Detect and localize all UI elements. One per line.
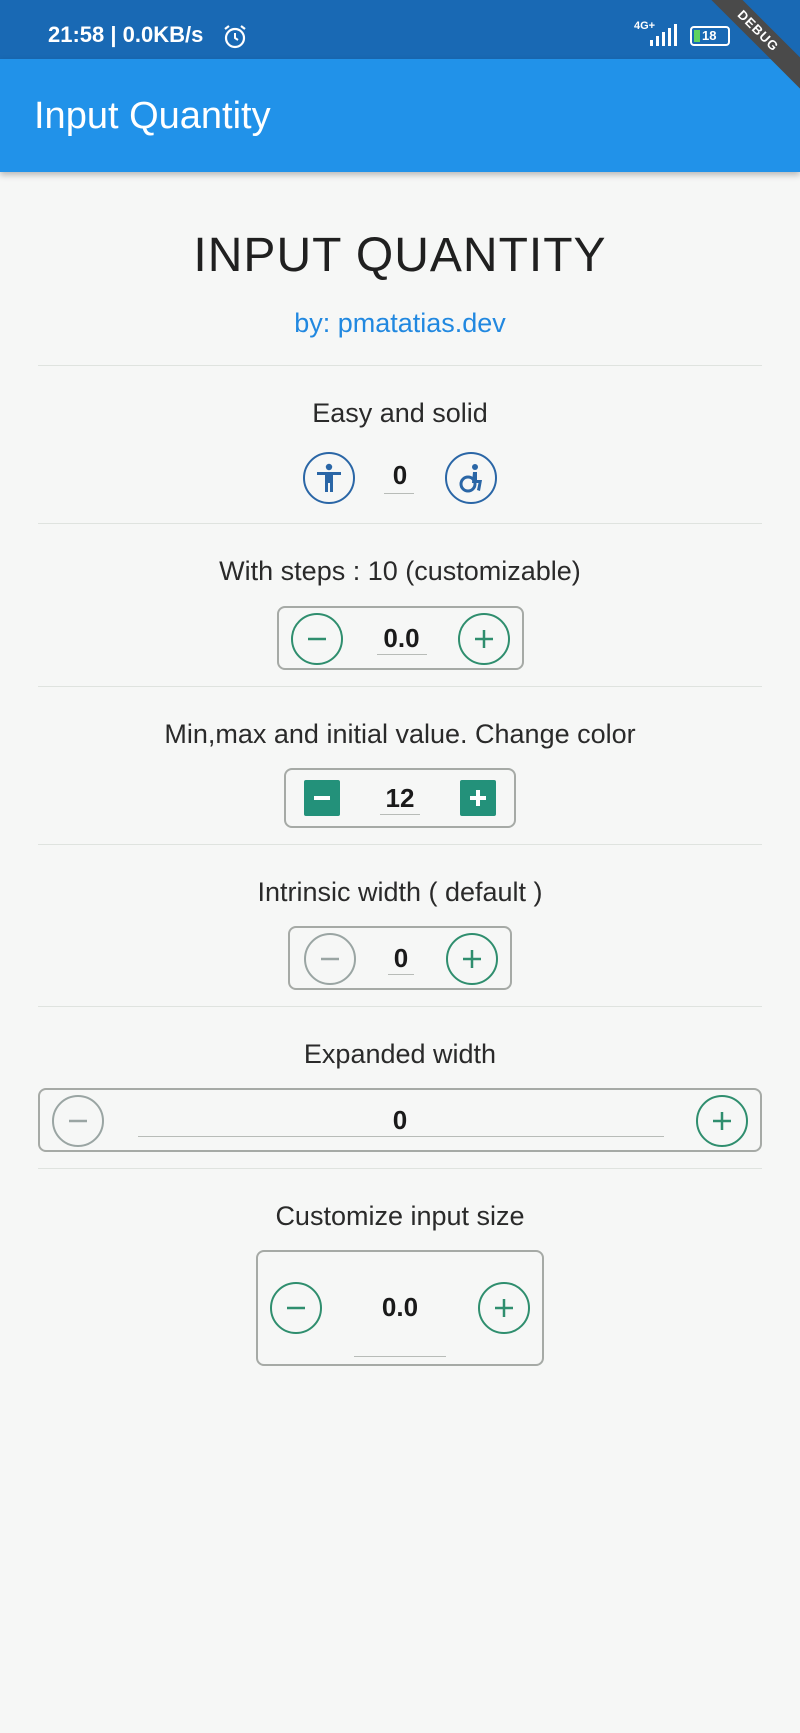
increment-button[interactable] — [445, 452, 497, 504]
author-link[interactable]: by: pmatatias.dev — [0, 308, 800, 339]
minus-icon — [69, 1119, 87, 1123]
network-speed: | 0.0KB/s — [110, 22, 204, 47]
minus-icon — [314, 796, 330, 800]
input-underline — [138, 1136, 664, 1137]
plus-icon — [475, 630, 493, 648]
battery-level: 18 — [702, 28, 717, 43]
input-underline — [384, 493, 414, 494]
decrement-button[interactable] — [304, 933, 356, 985]
divider — [38, 365, 762, 366]
decrement-button[interactable] — [303, 452, 355, 504]
app-bar: Input Quantity — [0, 59, 800, 172]
increment-button[interactable] — [458, 613, 510, 665]
divider — [38, 1006, 762, 1007]
quantity-value[interactable]: 0 — [380, 460, 420, 491]
quantity-value[interactable]: 0 — [134, 1105, 666, 1136]
quantity-value[interactable]: 0.0 — [369, 623, 434, 654]
page-title: INPUT QUANTITY — [193, 229, 607, 282]
status-time: 21:58 | 0.0KB/s — [48, 22, 203, 48]
quantity-stepper-steps: 0.0 — [277, 606, 524, 670]
divider — [38, 523, 762, 524]
divider — [38, 844, 762, 845]
increment-button[interactable] — [696, 1095, 748, 1147]
alarm-clock-icon — [224, 25, 246, 49]
accessibility-icon — [317, 463, 341, 492]
increment-button[interactable] — [460, 780, 496, 816]
status-bar: 21:58 | 0.0KB/s 4G+ 18 — [0, 0, 800, 59]
quantity-value[interactable]: 0 — [372, 943, 430, 974]
section-label-easy-solid: Easy and solid — [312, 398, 488, 428]
app-bar-title: Input Quantity — [34, 95, 271, 137]
section-label-steps: With steps : 10 (customizable) — [219, 556, 581, 586]
input-underline — [377, 654, 427, 655]
divider — [38, 1168, 762, 1169]
accessible-forward-icon — [459, 464, 482, 493]
minus-icon — [308, 637, 326, 641]
quantity-stepper-minmax: 12 — [284, 768, 516, 828]
quantity-stepper-expanded: 0 — [38, 1088, 762, 1152]
quantity-value[interactable]: 0.0 — [352, 1292, 448, 1323]
decrement-button[interactable] — [52, 1095, 104, 1147]
plus-icon — [470, 790, 486, 806]
plus-icon — [713, 1112, 731, 1130]
quantity-stepper-custom-size: 0.0 — [256, 1250, 544, 1366]
plus-icon — [463, 950, 481, 968]
divider — [38, 686, 762, 687]
minus-icon — [321, 957, 339, 961]
input-underline — [380, 814, 420, 815]
minus-icon — [287, 1306, 305, 1310]
battery-icon: 18 — [690, 26, 730, 46]
increment-button[interactable] — [446, 933, 498, 985]
decrement-button[interactable] — [270, 1282, 322, 1334]
clock-time: 21:58 — [48, 22, 105, 47]
quantity-value[interactable]: 12 — [370, 783, 430, 814]
decrement-button[interactable] — [291, 613, 343, 665]
section-label-expanded: Expanded width — [303, 1039, 497, 1069]
plus-icon — [495, 1299, 513, 1317]
section-label-min-max: Min,max and initial value. Change color — [164, 719, 636, 749]
signal-strength-icon — [650, 24, 677, 46]
increment-button[interactable] — [478, 1282, 530, 1334]
section-label-intrinsic: Intrinsic width ( default ) — [257, 877, 543, 907]
decrement-button[interactable] — [304, 780, 340, 816]
input-underline — [388, 974, 414, 975]
input-underline — [354, 1356, 446, 1357]
quantity-stepper-intrinsic: 0 — [288, 926, 512, 990]
section-label-input-size: Customize input size — [275, 1201, 525, 1231]
